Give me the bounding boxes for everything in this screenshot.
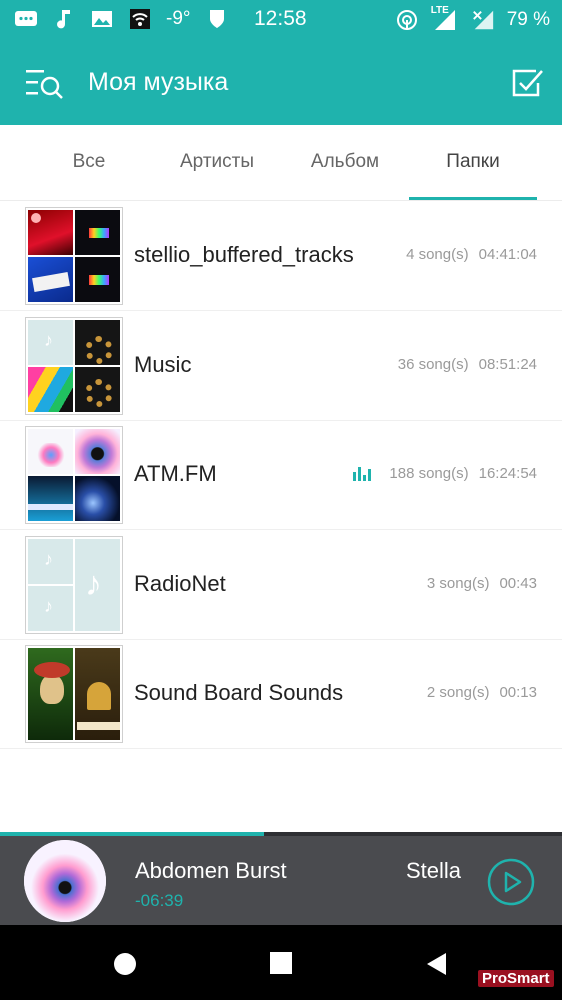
folder-duration: 00:43 — [499, 575, 537, 592]
hotspot-icon — [128, 8, 152, 30]
folder-duration: 16:24:54 — [478, 465, 537, 482]
messaging-notification-icon — [14, 8, 38, 30]
list-item[interactable]: stellio_buffered_tracks 4 song(s) 04:41:… — [0, 201, 562, 311]
track-title: Abdomen Burst — [135, 858, 287, 883]
folder-meta: 188 song(s) 16:24:54 — [353, 465, 537, 482]
folder-duration: 04:41:04 — [478, 246, 537, 263]
folder-meta: 3 song(s) 00:43 — [427, 575, 537, 592]
play-icon[interactable] — [487, 858, 535, 906]
folder-thumbnail — [25, 207, 123, 305]
tab-all[interactable]: Все — [55, 151, 123, 173]
folder-meta: 2 song(s) 00:13 — [427, 684, 537, 701]
shield-icon — [205, 8, 229, 30]
list-item[interactable]: ♪ ♪ ♪ RadioNet 3 song(s) 00:43 — [0, 530, 562, 640]
folder-name: stellio_buffered_tracks — [134, 242, 354, 267]
folder-thumbnail — [25, 426, 123, 524]
tab-artists[interactable]: Артисты — [165, 151, 269, 173]
track-artist: Stella — [406, 858, 462, 883]
tab-indicator — [409, 197, 537, 200]
folder-thumbnail: ♪ ♪ ♪ — [25, 536, 123, 634]
music-note-icon: ♪ — [44, 330, 53, 350]
tab-albums[interactable]: Альбом — [296, 151, 394, 173]
folder-duration: 00:13 — [499, 684, 537, 701]
folder-meta: 4 song(s) 04:41:04 — [406, 246, 537, 263]
back-icon[interactable] — [426, 952, 448, 981]
watermark: ProSmart — [478, 970, 554, 987]
image-icon — [90, 8, 114, 30]
app-bar: Моя музыка — [0, 40, 562, 125]
select-check-icon[interactable] — [508, 65, 544, 101]
folder-thumbnail: ♪ — [25, 317, 123, 415]
song-count: 36 song(s) — [397, 356, 469, 373]
music-note-icon: ♪ — [44, 549, 53, 569]
temperature: -9° — [166, 8, 191, 29]
song-count: 188 song(s) — [389, 465, 469, 482]
clock: 12:58 — [254, 7, 307, 30]
folder-name: Sound Board Sounds — [134, 680, 344, 705]
folder-thumbnail — [25, 645, 123, 743]
playback-progress-fill — [0, 832, 265, 836]
list-item[interactable]: ATM.FM 188 song(s) 16:24:54 — [0, 420, 562, 530]
album-cover[interactable] — [24, 840, 106, 922]
list-item[interactable]: Sound Board Sounds 2 song(s) 00:13 — [0, 639, 562, 749]
folder-duration: 08:51:24 — [478, 356, 537, 373]
playback-progress[interactable] — [0, 832, 562, 836]
music-note-icon: ♪ — [85, 565, 102, 603]
track-remaining-time: -06:39 — [135, 891, 184, 910]
now-playing-icon — [353, 466, 372, 481]
signal-lte-icon: LTE — [431, 5, 459, 32]
folder-name: ATM.FM — [134, 461, 217, 486]
signal-noservice-icon — [471, 9, 495, 31]
page-title: Моя музыка — [88, 68, 229, 96]
music-note-icon: ♪ — [44, 596, 53, 616]
song-count: 4 song(s) — [406, 246, 469, 263]
folder-name: RadioNet — [134, 571, 226, 596]
song-count: 3 song(s) — [426, 575, 490, 592]
tab-bar: Все Артисты Альбом Папки — [0, 125, 562, 201]
mini-player[interactable]: Abdomen Burst Stella -06:39 — [0, 832, 562, 925]
music-note-icon — [52, 8, 76, 30]
song-count: 2 song(s) — [426, 684, 490, 701]
menu-search-icon[interactable] — [24, 66, 64, 100]
folder-name: Music — [134, 352, 192, 377]
location-icon — [395, 9, 419, 31]
tab-folders[interactable]: Папки — [409, 151, 537, 173]
home-icon[interactable] — [113, 952, 137, 981]
list-item[interactable]: ♪ Music 36 song(s) 08:51:24 — [0, 311, 562, 421]
system-nav-bar — [0, 925, 562, 1000]
recents-icon[interactable] — [270, 952, 292, 979]
folder-meta: 36 song(s) 08:51:24 — [398, 356, 537, 373]
status-bar: -9° 12:58 LTE 79 % — [0, 0, 562, 40]
battery-level: 79 % — [506, 9, 550, 30]
